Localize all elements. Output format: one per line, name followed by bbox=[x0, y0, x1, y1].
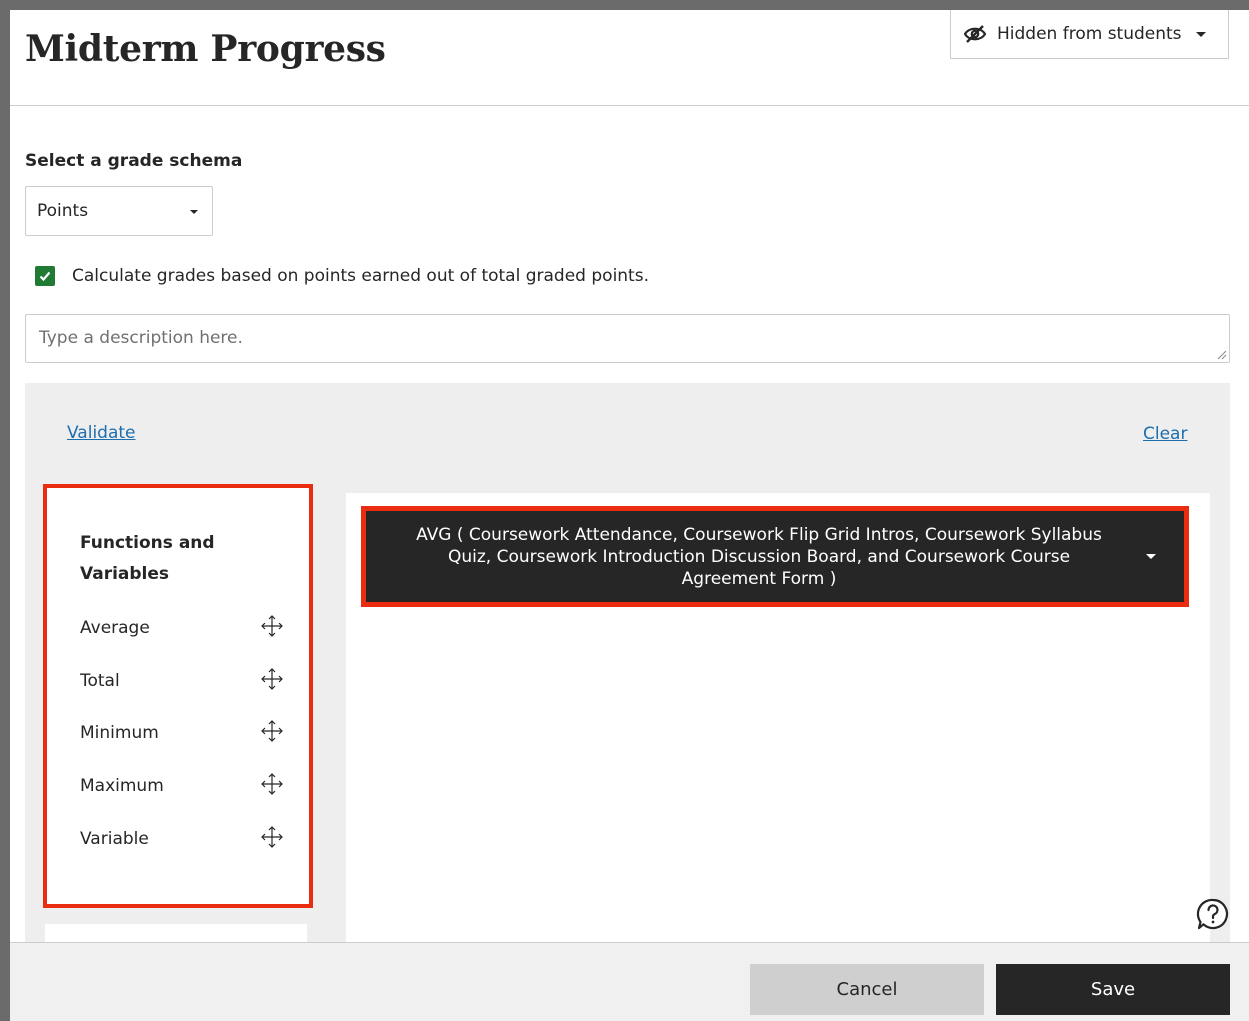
functions-panel: Functions and Variables Average Total Mi… bbox=[43, 484, 313, 908]
move-icon[interactable] bbox=[259, 824, 285, 850]
chevron-down-icon bbox=[1195, 31, 1206, 37]
function-variable[interactable]: Variable bbox=[80, 824, 285, 854]
checkmark-icon bbox=[39, 271, 51, 282]
function-label: Maximum bbox=[80, 776, 164, 796]
formula-text: AVG ( Coursework Attendance, Coursework … bbox=[416, 524, 1102, 589]
function-label: Average bbox=[80, 618, 150, 638]
page-title: Midterm Progress bbox=[25, 28, 386, 70]
function-minimum[interactable]: Minimum bbox=[80, 718, 285, 748]
function-maximum[interactable]: Maximum bbox=[80, 771, 285, 801]
grade-schema-select[interactable]: Points bbox=[25, 186, 213, 236]
grade-calculation-panel: Midterm Progress Hidden from students Se… bbox=[10, 10, 1249, 1021]
clear-link[interactable]: Clear bbox=[1143, 424, 1187, 444]
resize-grip-icon[interactable] bbox=[1217, 350, 1227, 360]
header-divider bbox=[10, 105, 1249, 106]
function-average[interactable]: Average bbox=[80, 613, 285, 643]
eye-slash-icon bbox=[963, 25, 987, 43]
move-icon[interactable] bbox=[259, 666, 285, 692]
functions-heading: Functions and Variables bbox=[80, 533, 215, 584]
schema-selected-value: Points bbox=[37, 201, 89, 221]
schema-label: Select a grade schema bbox=[25, 151, 243, 171]
cancel-button[interactable]: Cancel bbox=[750, 964, 984, 1015]
formula-builder: Validate Clear Functions and Variables A… bbox=[25, 383, 1230, 964]
calc-option-row: Calculate grades based on points earned … bbox=[35, 266, 649, 286]
move-icon[interactable] bbox=[259, 718, 285, 744]
formula-canvas[interactable]: AVG ( Coursework Attendance, Coursework … bbox=[346, 493, 1210, 963]
move-icon[interactable] bbox=[259, 771, 285, 797]
help-icon[interactable] bbox=[1195, 896, 1231, 932]
calc-points-checkbox[interactable] bbox=[35, 266, 55, 286]
description-field[interactable] bbox=[25, 314, 1230, 363]
move-icon[interactable] bbox=[259, 613, 285, 639]
calc-points-label: Calculate grades based on points earned … bbox=[72, 266, 649, 286]
visibility-dropdown[interactable]: Hidden from students bbox=[950, 10, 1229, 59]
function-label: Total bbox=[80, 671, 120, 691]
save-button[interactable]: Save bbox=[996, 964, 1230, 1015]
chevron-down-icon[interactable] bbox=[1146, 554, 1156, 559]
function-label: Minimum bbox=[80, 723, 159, 743]
chevron-down-icon bbox=[190, 210, 198, 214]
validate-link[interactable]: Validate bbox=[67, 423, 136, 443]
footer-bar: Cancel Save bbox=[10, 942, 1249, 1021]
visibility-label: Hidden from students bbox=[997, 24, 1182, 44]
function-label: Variable bbox=[80, 829, 149, 849]
formula-block[interactable]: AVG ( Coursework Attendance, Coursework … bbox=[361, 506, 1189, 607]
function-total[interactable]: Total bbox=[80, 666, 285, 696]
